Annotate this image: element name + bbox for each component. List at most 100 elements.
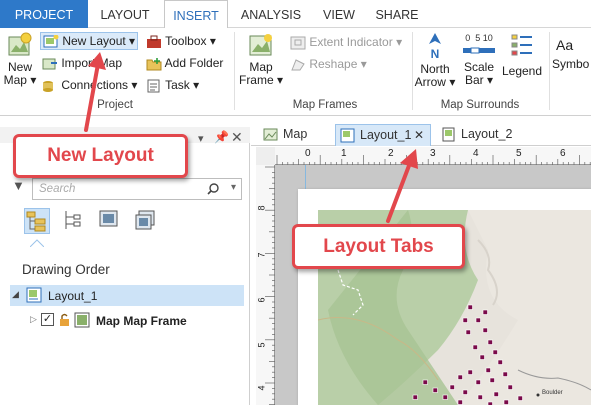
map-point-marker (485, 367, 491, 373)
scale-bar-button[interactable]: 0 5 10 Scale Bar ▾ (458, 32, 500, 87)
add-folder-button[interactable]: Add Folder (146, 55, 230, 73)
view-indicator-caret (29, 236, 45, 248)
map-point-marker (497, 359, 503, 365)
expand-triangle-icon[interactable]: ▷ (30, 314, 37, 325)
ruler-label: 4 (256, 385, 267, 391)
ruler-label: 8 (256, 205, 267, 211)
tree-item-layout[interactable]: ◢ Layout_1 (10, 285, 244, 306)
tab-project[interactable]: PROJECT (0, 0, 88, 28)
map-point-marker (475, 317, 481, 323)
view-tab-bar: Map Layout_1 ✕ Layout_2 (251, 120, 591, 146)
source-view-button[interactable] (60, 208, 86, 234)
list-by-selection-icon (99, 210, 118, 227)
layout-tabs-callout: Layout Tabs (292, 224, 465, 269)
search-placeholder: Search (39, 183, 76, 195)
ruler-label: 5 (256, 342, 267, 348)
search-dropdown-icon[interactable]: ▾ (231, 182, 236, 193)
add-folder-label: Add Folder (164, 56, 224, 70)
map-frame-label-2: Frame ▾ (238, 73, 284, 87)
lock-icon[interactable] (58, 313, 72, 327)
layout-icon (26, 287, 42, 303)
selection-view-button[interactable] (98, 208, 124, 234)
task-icon (147, 79, 160, 93)
north-arrow-button[interactable]: N North Arrow ▾ (414, 32, 456, 89)
horizontal-ruler[interactable]: 0 1 2 3 4 5 6 (275, 147, 591, 165)
legend-button[interactable]: Legend (500, 32, 544, 78)
close-pane-icon[interactable]: ✕ (231, 129, 243, 146)
extent-indicator-label: Extent Indicator (309, 35, 393, 49)
map-point-marker (489, 377, 495, 383)
new-layout-callout: New Layout (13, 134, 188, 178)
map-tab-label: Map (283, 127, 308, 141)
task-button[interactable]: Task ▾ (146, 77, 230, 95)
map-tab-icon (263, 128, 278, 141)
tab-share[interactable]: SHARE (370, 0, 424, 28)
map-frame-button[interactable]: Map Frame ▾ (238, 32, 284, 87)
ribbon-tab-bar: PROJECT LAYOUT INSERT ANALYSIS VIEW SHAR… (0, 0, 591, 29)
tab-layout[interactable]: LAYOUT (95, 0, 155, 28)
view-tab-layout-2[interactable]: Layout_2 (437, 124, 521, 146)
reshape-label: Reshape (309, 57, 358, 71)
search-icon[interactable] (207, 183, 219, 195)
city-label: Boulder (542, 390, 563, 396)
map-point-marker (475, 379, 481, 385)
pin-pane-icon[interactable]: 📌 (214, 130, 229, 144)
new-map-button[interactable]: New Map ▾ (2, 32, 38, 87)
map-surrounds-group-label: Map Surrounds (440, 99, 520, 111)
map-point-marker (457, 399, 463, 405)
close-tab-icon[interactable]: ✕ (414, 125, 424, 145)
map-point-marker (462, 389, 468, 395)
vertical-ruler[interactable]: 8 7 6 5 4 (256, 165, 275, 405)
extent-indicator-button[interactable]: Extent Indicator ▾ (290, 34, 408, 52)
city-marker (536, 393, 540, 397)
list-by-source-icon (65, 211, 81, 229)
map-point-marker (493, 391, 499, 397)
map-frame-icon (249, 34, 272, 56)
map-frames-group-label: Map Frames (292, 99, 358, 111)
vertical-ruler-ticks (265, 166, 275, 405)
new-map-label-2: Map ▾ (3, 73, 37, 87)
tree-item-map-frame[interactable]: ▷ ✓ Map Map Frame (30, 310, 244, 331)
tab-insert[interactable]: INSERT (164, 0, 228, 29)
toolbox-icon (147, 35, 161, 48)
map-frame-item-label: Map Map Frame (96, 314, 187, 328)
map-point-marker (482, 309, 488, 315)
filter-icon[interactable]: ▼ (12, 178, 25, 193)
tab-analysis[interactable]: ANALYSIS (235, 0, 307, 28)
collapse-triangle-icon[interactable]: ◢ (12, 289, 19, 300)
view-tab-map[interactable]: Map (259, 124, 323, 146)
snapping-view-button[interactable] (134, 208, 160, 234)
search-input[interactable]: Search ▾ (32, 178, 242, 200)
scale-bar-ticks: 0 5 10 (465, 33, 493, 43)
drawing-order-heading: Drawing Order (22, 262, 110, 277)
tab-view[interactable]: VIEW (316, 0, 362, 28)
layout-tabs-arrow (386, 149, 418, 223)
map-point-marker (472, 344, 478, 350)
reshape-icon (291, 59, 305, 71)
map-point-marker (442, 394, 448, 400)
map-point-marker (449, 384, 455, 390)
reshape-button[interactable]: Reshape ▾ (290, 56, 408, 74)
group-separator (234, 32, 235, 110)
map-point-marker (502, 371, 508, 377)
ruler-label: 6 (560, 148, 566, 159)
legend-label: Legend (501, 64, 543, 78)
toolbox-button[interactable]: Toolbox ▾ (146, 33, 230, 51)
extent-indicator-icon (290, 36, 306, 50)
add-folder-icon (146, 57, 162, 71)
layout-item-label: Layout_1 (48, 289, 98, 303)
map-point-marker (517, 395, 523, 401)
map-frame-item-icon (74, 312, 90, 328)
map-point-marker (487, 339, 493, 345)
drawing-order-view-button[interactable] (24, 208, 50, 234)
map-point-marker (457, 374, 463, 380)
pin-icon[interactable]: ▾ (198, 132, 204, 145)
visibility-checkbox[interactable]: ✓ (41, 313, 54, 326)
list-by-editing-icon (135, 210, 155, 230)
import-map-icon (42, 58, 57, 70)
map-point-marker (482, 327, 488, 333)
map-point-marker (467, 304, 473, 310)
view-tab-layout-1[interactable]: Layout_1 ✕ (335, 124, 431, 146)
symbol-button[interactable]: Aa Symbo (552, 32, 591, 71)
north-arrow-label-2: Arrow ▾ (414, 75, 456, 89)
